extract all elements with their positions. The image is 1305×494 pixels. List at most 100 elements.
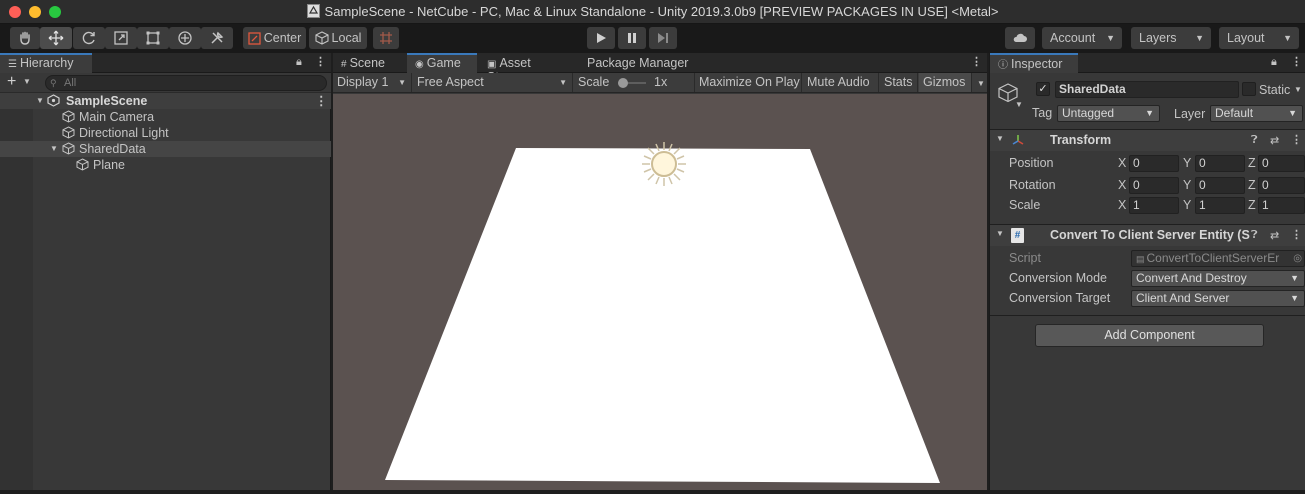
maximize-on-play-toggle[interactable]: Maximize On Play	[695, 73, 802, 92]
inspector-tabbar: ⓘ Inspector 🔒︎ ⋮	[990, 53, 1305, 73]
axis-y-label[interactable]: Y	[1183, 177, 1191, 194]
pivot-space-button[interactable]: Local	[309, 27, 367, 49]
chevron-down-icon[interactable]: ▼	[1015, 100, 1023, 109]
help-icon[interactable]: ❓︎	[1251, 229, 1258, 242]
chevron-down-icon: ▼	[1290, 273, 1299, 283]
tab-package-manager[interactable]: Package Manager	[579, 53, 697, 73]
hierarchy-item-main-camera[interactable]: Main Camera	[0, 109, 331, 125]
axis-x-label[interactable]: X	[1118, 155, 1126, 172]
scale-x-input[interactable]: 1	[1129, 197, 1179, 214]
expand-triangle-icon[interactable]: ▼	[36, 93, 44, 109]
create-button[interactable]: +	[7, 73, 16, 91]
account-dropdown[interactable]: Account ▼	[1042, 27, 1122, 49]
hierarchy-item-shareddata[interactable]: ▼ SharedData	[0, 141, 331, 157]
rotate-tool-button[interactable]	[73, 27, 105, 49]
gizmos-toggle[interactable]: Gizmos	[919, 73, 972, 92]
axis-z-label[interactable]: Z	[1248, 155, 1256, 172]
axis-y-label[interactable]: Y	[1183, 197, 1191, 214]
tab-asset-store[interactable]: ▣Asset Store	[479, 53, 571, 84]
kebab-menu-icon[interactable]: ⋮	[315, 93, 328, 109]
step-icon	[658, 33, 668, 43]
hand-tool-button[interactable]	[10, 27, 40, 49]
expand-triangle-icon[interactable]: ▼	[996, 229, 1004, 238]
tab-game[interactable]: ◉ Game	[407, 53, 477, 73]
add-component-button[interactable]: Add Component	[1035, 324, 1264, 347]
stats-toggle[interactable]: Stats	[880, 73, 918, 92]
position-z-input[interactable]: 0	[1258, 155, 1305, 172]
play-button[interactable]	[587, 27, 615, 49]
chevron-down-icon: ▼	[398, 78, 406, 87]
object-name-input[interactable]: SharedData	[1055, 81, 1239, 98]
transform-header[interactable]: ▼ Transform ❓︎ ⇄ ⋮	[990, 129, 1305, 151]
hierarchy-item-directional-light[interactable]: Directional Light	[0, 125, 331, 141]
expand-triangle-icon[interactable]: ▼	[50, 141, 58, 157]
kebab-menu-icon[interactable]: ⋮	[1291, 133, 1302, 146]
layout-dropdown[interactable]: Layout ▼	[1219, 27, 1299, 49]
rotation-x-input[interactable]: 0	[1129, 177, 1179, 194]
local-cube-icon	[314, 31, 329, 45]
axis-x-label[interactable]: X	[1118, 197, 1126, 214]
active-checkbox[interactable]: ✓	[1036, 82, 1050, 96]
game-viewport[interactable]	[333, 94, 987, 490]
conversion-target-dropdown[interactable]: Client And Server ▼	[1131, 290, 1305, 307]
collab-cloud-button[interactable]	[1005, 27, 1035, 49]
layer-dropdown[interactable]: Default ▼	[1210, 105, 1303, 122]
scale-z-input[interactable]: 1	[1258, 197, 1305, 214]
scale-slider-thumb[interactable]	[618, 78, 628, 88]
layers-dropdown[interactable]: Layers ▼	[1131, 27, 1211, 49]
main-toolbar: Center Local Account ▼ Layers ▼ Layout ▼	[0, 24, 1305, 53]
rotation-z-input[interactable]: 0	[1258, 177, 1305, 194]
pause-button[interactable]	[618, 27, 646, 49]
chevron-down-icon[interactable]: ▼	[23, 77, 31, 86]
rect-tool-button[interactable]	[137, 27, 169, 49]
kebab-menu-icon[interactable]: ⋮	[1291, 55, 1302, 68]
scale-tool-button[interactable]	[105, 27, 137, 49]
pause-icon	[628, 33, 636, 43]
position-y-input[interactable]: 0	[1195, 155, 1245, 172]
hierarchy-search-input[interactable]: ⚲ All	[45, 75, 327, 91]
unity-document-icon	[306, 4, 320, 18]
scene-row[interactable]: ▼ SampleScene ⋮	[0, 93, 331, 109]
tab-inspector[interactable]: ⓘ Inspector	[990, 53, 1078, 73]
search-icon: ⚲	[50, 78, 57, 88]
kebab-menu-icon[interactable]: ⋮	[971, 55, 982, 68]
pivot-mode-button[interactable]: Center	[243, 27, 306, 49]
axis-z-label[interactable]: Z	[1248, 177, 1256, 194]
step-button[interactable]	[649, 27, 677, 49]
axis-y-label[interactable]: Y	[1183, 155, 1191, 172]
transform-tool-button[interactable]	[169, 27, 201, 49]
tab-hierarchy[interactable]: ☰ Hierarchy	[0, 53, 92, 73]
help-icon[interactable]: ❓︎	[1251, 134, 1258, 147]
kebab-menu-icon[interactable]: ⋮	[315, 55, 326, 68]
position-x-input[interactable]: 0	[1129, 155, 1179, 172]
custom-tool-button[interactable]	[201, 27, 233, 49]
snap-grid-button[interactable]	[373, 27, 399, 49]
chevron-down-icon[interactable]: ▼	[1294, 85, 1302, 94]
axis-x-label[interactable]: X	[1118, 177, 1126, 194]
scale-value: 1x	[654, 75, 668, 89]
axis-z-label[interactable]: Z	[1248, 197, 1256, 214]
conversion-mode-dropdown[interactable]: Convert And Destroy ▼	[1131, 270, 1305, 287]
rotation-y-input[interactable]: 0	[1195, 177, 1245, 194]
layout-label: Layout	[1227, 31, 1265, 45]
tag-dropdown[interactable]: Untagged ▼	[1057, 105, 1160, 122]
presets-icon[interactable]: ⇄	[1270, 229, 1279, 242]
lock-icon[interactable]: 🔒︎	[1271, 56, 1277, 69]
static-checkbox[interactable]	[1242, 82, 1256, 96]
transform-axes-icon	[1012, 135, 1024, 145]
hierarchy-panel: ☰ Hierarchy 🔒︎ ⋮ + ▼ ⚲ All ▼ SampleScene …	[0, 53, 331, 490]
aspect-dropdown[interactable]: Free Aspect ▼	[413, 73, 573, 92]
gizmos-dropdown[interactable]: ▼	[973, 73, 987, 92]
display-dropdown[interactable]: Display 1 ▼	[333, 73, 412, 92]
expand-triangle-icon[interactable]: ▼	[996, 134, 1004, 143]
convert-component-header[interactable]: ▼ # Convert To Client Server Entity (S ❓…	[990, 224, 1305, 246]
kebab-menu-icon[interactable]: ⋮	[1291, 228, 1302, 241]
hierarchy-item-plane[interactable]: Plane	[0, 157, 331, 173]
lock-icon[interactable]: 🔒︎	[296, 56, 302, 69]
tab-scene[interactable]: # Scene	[333, 53, 405, 73]
stats-label: Stats	[884, 75, 913, 89]
mute-audio-toggle[interactable]: Mute Audio	[803, 73, 879, 92]
scale-y-input[interactable]: 1	[1195, 197, 1245, 214]
move-tool-button[interactable]	[40, 27, 72, 49]
presets-icon[interactable]: ⇄	[1270, 134, 1279, 147]
